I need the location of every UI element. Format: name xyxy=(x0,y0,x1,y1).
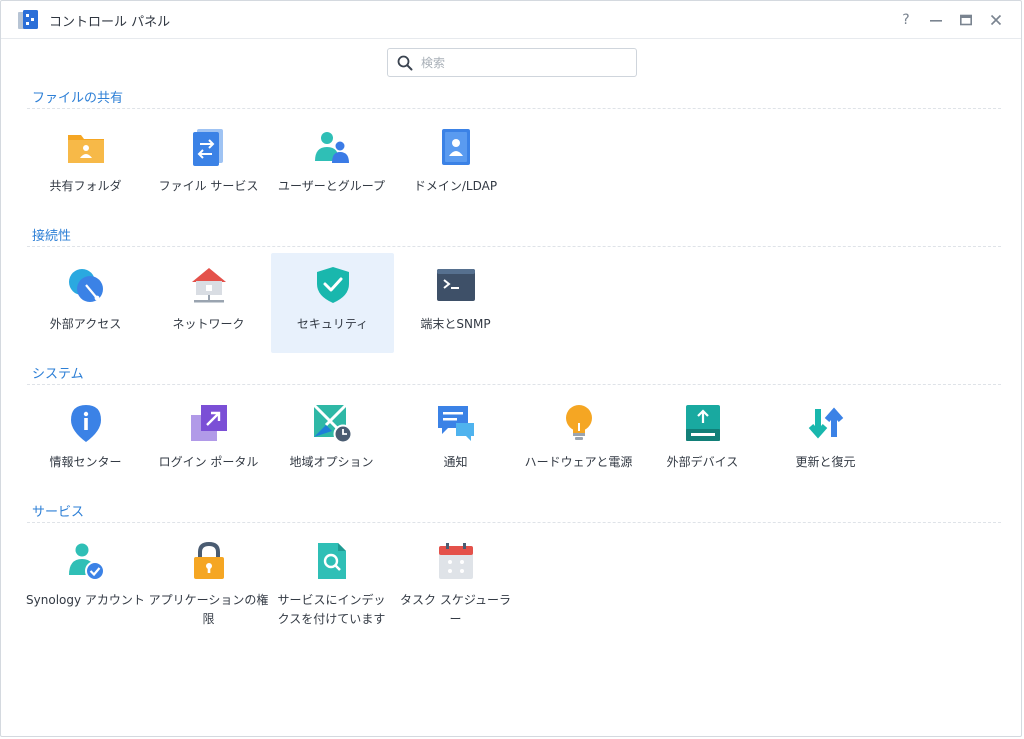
tile-external-access[interactable]: 外部アクセス xyxy=(24,253,147,353)
tile-label: セキュリティ xyxy=(296,317,369,331)
tile-label: サービスにインデックスを付けています xyxy=(277,593,386,626)
tile-label: ログイン ポータル xyxy=(158,455,259,469)
section-divider xyxy=(27,108,1001,109)
file-transfer-icon xyxy=(192,129,223,166)
section-divider xyxy=(27,246,1001,247)
refresh-arrows-icon xyxy=(808,407,843,439)
directory-icon xyxy=(441,129,470,165)
control-panel-window: コントロール パネル ? ファイルの共有 xyxy=(0,0,1022,737)
shield-check-icon xyxy=(316,267,349,303)
file-search-icon xyxy=(317,543,346,579)
section-title-file-sharing: ファイルの共有 xyxy=(32,91,124,106)
tile-user-group[interactable]: ユーザーとグループ xyxy=(270,115,393,215)
tile-security[interactable]: セキュリティ xyxy=(271,253,394,353)
tile-shared-folder[interactable]: 共有フォルダ xyxy=(24,115,147,215)
tile-notification[interactable]: 通知 xyxy=(394,391,517,491)
tile-label: タスク スケジューラー xyxy=(400,593,511,626)
tile-info-center[interactable]: 情報センター xyxy=(24,391,147,491)
control-panel-app-icon xyxy=(18,10,38,29)
users-icon xyxy=(314,132,349,163)
search-box[interactable] xyxy=(387,48,637,77)
terminal-icon xyxy=(436,269,475,301)
globe-icon xyxy=(68,269,103,302)
search-icon xyxy=(397,55,413,70)
chat-bubbles-icon xyxy=(437,406,474,441)
account-check-icon xyxy=(68,543,105,581)
section-title-system: システム xyxy=(32,367,84,382)
section-title-connectivity: 接続性 xyxy=(32,229,72,244)
tile-label: Synology アカウント xyxy=(26,593,145,607)
tile-label: ドメイン/LDAP xyxy=(413,179,498,193)
maximize-button[interactable] xyxy=(951,9,981,31)
title-bar[interactable]: コントロール パネル ? xyxy=(1,1,1021,39)
tile-label: 通知 xyxy=(443,455,468,469)
minimize-button[interactable] xyxy=(921,9,951,31)
maximize-icon xyxy=(960,14,972,26)
minimize-icon xyxy=(930,20,942,22)
tile-update-restore[interactable]: 更新と復元 xyxy=(764,391,887,491)
window-controls: ? xyxy=(891,9,1011,31)
tile-label: ユーザーとグループ xyxy=(277,179,386,193)
tile-label: 外部アクセス xyxy=(49,317,122,331)
tile-label: 情報センター xyxy=(49,455,122,469)
tile-label: ファイル サービス xyxy=(158,179,259,193)
tile-label: アプリケーションの権限 xyxy=(148,593,269,626)
section-title-services: サービス xyxy=(32,505,85,520)
tile-label: 更新と復元 xyxy=(795,455,856,469)
tile-file-services[interactable]: ファイル サービス xyxy=(147,115,270,215)
tile-external-devices[interactable]: 外部デバイス xyxy=(641,391,764,491)
tile-label: ネットワーク xyxy=(172,317,245,331)
lock-icon xyxy=(193,541,224,579)
tile-label: ハードウェアと電源 xyxy=(524,455,633,469)
calendar-icon xyxy=(438,543,473,579)
close-button[interactable] xyxy=(981,9,1011,31)
external-drive-icon xyxy=(685,405,720,441)
tile-synology-account[interactable]: Synology アカウント xyxy=(24,529,147,629)
tile-label: 外部デバイス xyxy=(666,455,739,469)
tile-domain-ldap[interactable]: ドメイン/LDAP xyxy=(394,115,517,215)
window-title: コントロール パネル xyxy=(49,15,171,30)
tile-label: 共有フォルダ xyxy=(49,179,122,193)
tile-indexing-service[interactable]: サービスにインデックスを付けています xyxy=(270,529,393,629)
tile-task-scheduler[interactable]: タスク スケジューラー xyxy=(394,529,517,629)
tile-label: 端末とSNMP xyxy=(420,317,491,331)
folder-user-icon xyxy=(67,135,104,163)
close-icon xyxy=(990,14,1002,26)
help-button[interactable]: ? xyxy=(891,9,921,31)
info-pin-icon xyxy=(70,405,101,442)
lightbulb-icon xyxy=(565,405,592,440)
tile-regional-options[interactable]: 地域オプション xyxy=(270,391,393,491)
tile-network[interactable]: ネットワーク xyxy=(147,253,270,353)
login-portal-icon xyxy=(190,405,227,441)
search-input[interactable] xyxy=(419,54,623,71)
section-divider xyxy=(27,384,1001,385)
tile-login-portal[interactable]: ログイン ポータル xyxy=(147,391,270,491)
map-clock-icon xyxy=(312,403,352,443)
tile-application-privileges[interactable]: アプリケーションの権限 xyxy=(147,529,270,629)
section-divider xyxy=(27,522,1001,523)
tile-hardware-power[interactable]: ハードウェアと電源 xyxy=(517,391,640,491)
house-network-icon xyxy=(191,268,226,303)
tile-label: 地域オプション xyxy=(289,455,374,469)
tile-terminal-snmp[interactable]: 端末とSNMP xyxy=(394,253,517,353)
